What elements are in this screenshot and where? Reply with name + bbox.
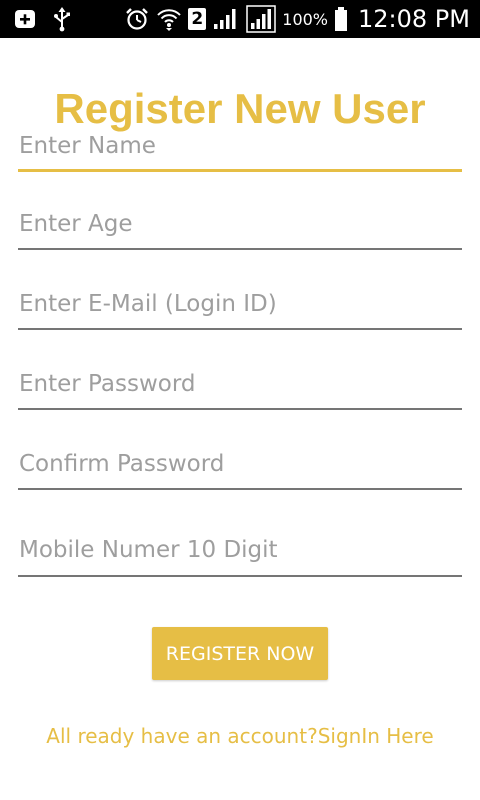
notification-plus-icon bbox=[12, 6, 38, 32]
clock: 12:08 PM bbox=[358, 5, 470, 33]
page-title: Register New User bbox=[54, 85, 426, 132]
status-bar-right: 2 100% 12:08 PM bbox=[124, 0, 470, 38]
sim-slot-badge: 2 bbox=[188, 8, 207, 30]
status-bar-left bbox=[12, 0, 72, 38]
status-bar: 2 100% 12:08 PM bbox=[0, 0, 480, 38]
signal-icon bbox=[246, 5, 277, 33]
battery-percent: 100% bbox=[282, 9, 329, 29]
mobile-input[interactable] bbox=[18, 532, 462, 577]
password-input[interactable] bbox=[18, 368, 462, 410]
age-input[interactable] bbox=[18, 208, 462, 250]
battery-icon bbox=[334, 6, 348, 32]
alarm-icon bbox=[124, 6, 150, 32]
register-now-button[interactable]: REGISTER NOW bbox=[152, 627, 328, 680]
signin-link[interactable]: All ready have an account?SignIn Here bbox=[0, 724, 480, 748]
usb-icon bbox=[52, 6, 72, 32]
signal-icon bbox=[212, 6, 240, 32]
wifi-icon bbox=[156, 6, 182, 32]
email-input[interactable] bbox=[18, 288, 462, 330]
confirm-password-input[interactable] bbox=[18, 448, 462, 490]
name-input[interactable] bbox=[18, 130, 462, 172]
